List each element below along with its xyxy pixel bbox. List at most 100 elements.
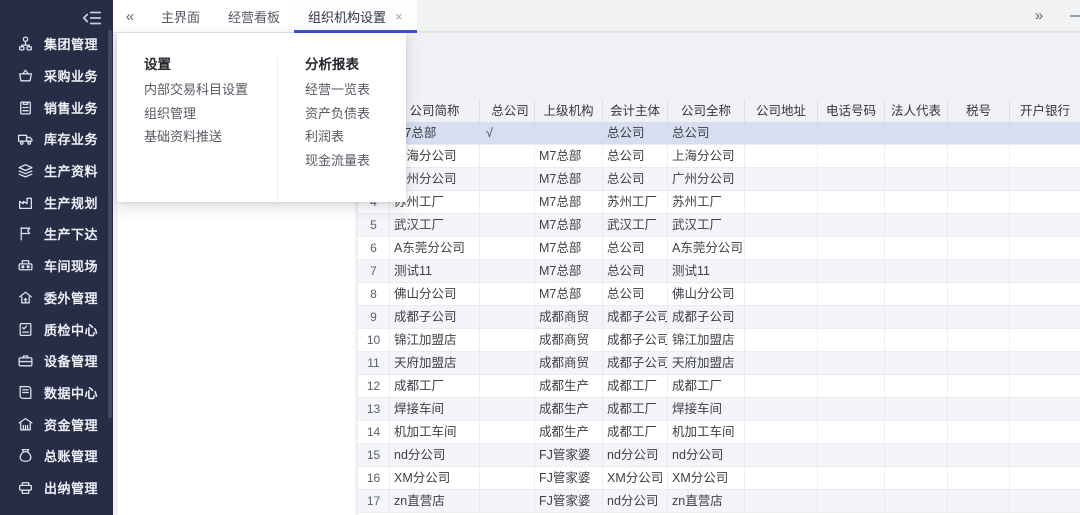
more-icon[interactable] <box>1070 14 1080 17</box>
sidebar-item-production-planning[interactable]: 生产规划 <box>0 186 113 218</box>
menu-item[interactable]: 组织管理 <box>144 102 277 126</box>
table-cell: 成都子公司 <box>603 352 668 374</box>
table-cell <box>948 421 1010 443</box>
table-cell <box>948 352 1010 374</box>
sidebar-item-label: 生产下达 <box>44 227 99 243</box>
table-row[interactable]: 6 A东莞分公司 M7总部 总公司 A东莞分公司 <box>358 237 1080 260</box>
table-cell: 焊接车间 <box>668 398 745 420</box>
table-cell: M7总部 <box>535 145 603 167</box>
sidebar-item-label: 资金管理 <box>44 417 99 433</box>
sidebar-item-production-materials[interactable]: 生产资料 <box>0 155 113 187</box>
table-row[interactable]: 10 锦江加盟店 成都商贸 成都子公司 锦江加盟店 <box>358 329 1080 352</box>
table-cell: 锦江加盟店 <box>390 329 480 351</box>
table-row[interactable]: 8 佛山分公司 M7总部 总公司 佛山分公司 <box>358 283 1080 306</box>
table-cell <box>1010 168 1080 190</box>
menu-item[interactable]: 内部交易科目设置 <box>144 78 277 102</box>
sidebar-item-production-dispatch[interactable]: 生产下达 <box>0 218 113 250</box>
table-cell: 锦江加盟店 <box>668 329 745 351</box>
table-cell <box>948 329 1010 351</box>
menu-item[interactable]: 经营一览表 <box>305 78 406 102</box>
tab-close-icon[interactable]: × <box>395 10 403 23</box>
table-cell <box>1010 467 1080 489</box>
table-row[interactable]: 7 测试11 M7总部 总公司 测试11 <box>358 260 1080 283</box>
table-cell: XM分公司 <box>668 467 745 489</box>
tab-bar: « 主界面 × 经营看板 × 组织机构设置 × » <box>113 0 1080 33</box>
table-cell <box>745 283 818 305</box>
table-row[interactable]: 14 机加工车间 成都生产 成都工厂 机加工车间 <box>358 421 1080 444</box>
table-cell: 苏州工厂 <box>668 191 745 213</box>
table-cell <box>480 467 535 489</box>
table-cell: zn直营店 <box>668 490 745 512</box>
sidebar-item-label: 生产规划 <box>44 195 99 211</box>
menu-item[interactable]: 现金流量表 <box>305 149 406 173</box>
table-row[interactable]: 3 广州分公司 M7总部 总公司 广州分公司 <box>358 168 1080 191</box>
tabs-back-icon[interactable]: « <box>113 0 147 32</box>
tab-org-settings[interactable]: 组织机构设置 × <box>294 0 417 33</box>
sidebar-item-funds[interactable]: 资金管理 <box>0 408 113 440</box>
sidebar-item-data-center[interactable]: 数据中心 <box>0 377 113 409</box>
table-cell <box>885 191 948 213</box>
menu-item[interactable]: 资产负债表 <box>305 102 406 126</box>
table-row[interactable]: 12 成都工厂 成都生产 成都工厂 成都工厂 <box>358 375 1080 398</box>
menu-item[interactable]: 基础资料推送 <box>144 125 277 149</box>
sidebar-item-general-ledger[interactable]: 总账管理 <box>0 440 113 472</box>
sidebar-item-group-management[interactable]: 集团管理 <box>0 28 113 60</box>
layers-icon <box>17 162 34 179</box>
sidebar-scrollbar[interactable] <box>108 30 112 418</box>
sidebar-item-inventory[interactable]: 库存业务 <box>0 123 113 155</box>
bank-icon <box>17 416 34 433</box>
table-cell <box>1010 283 1080 305</box>
row-number: 8 <box>358 283 390 305</box>
table-cell <box>818 329 885 351</box>
table-row[interactable]: 13 焊接车间 成都生产 成都工厂 焊接车间 <box>358 398 1080 421</box>
clipboard-icon <box>17 99 34 116</box>
table-cell <box>1010 329 1080 351</box>
table-cell <box>1010 421 1080 443</box>
table-row[interactable]: 9 成都子公司 成都商贸 成都子公司 成都子公司 <box>358 306 1080 329</box>
table-cell: 成都生产 <box>535 375 603 397</box>
table-cell <box>745 237 818 259</box>
menu-item[interactable]: 利润表 <box>305 125 406 149</box>
table-cell <box>745 329 818 351</box>
table-row[interactable]: 15 nd分公司 FJ管家婆 nd分公司 nd分公司 <box>358 444 1080 467</box>
sidebar-item-label: 库存业务 <box>44 132 99 148</box>
sidebar-item-workshop-floor[interactable]: 车间现场 <box>0 250 113 282</box>
table-row[interactable]: 5 武汉工厂 M7总部 武汉工厂 武汉工厂 <box>358 214 1080 237</box>
tab-label: 主界面 <box>161 9 201 25</box>
sidebar-item-sales[interactable]: 销售业务 <box>0 91 113 123</box>
table-cell <box>948 375 1010 397</box>
tab-main-screen[interactable]: 主界面 × <box>147 0 214 32</box>
table-cell <box>745 444 818 466</box>
table-row[interactable]: 16 XM分公司 FJ管家婆 XM分公司 XM分公司 <box>358 467 1080 490</box>
flag-icon <box>17 225 34 242</box>
table-row[interactable]: 4 苏州工厂 M7总部 苏州工厂 苏州工厂 <box>358 191 1080 214</box>
sidebar-item-outsourcing[interactable]: 委外管理 <box>0 282 113 314</box>
row-number: 13 <box>358 398 390 420</box>
table-row[interactable]: 2 上海分公司 M7总部 总公司 上海分公司 <box>358 145 1080 168</box>
tabs-forward-icon[interactable]: » <box>1022 7 1056 24</box>
table-row[interactable]: 1 M7总部 √ 总公司 总公司 <box>358 122 1080 145</box>
printer-icon <box>17 479 34 496</box>
sidebar-item-equipment[interactable]: 设备管理 <box>0 345 113 377</box>
table-cell <box>948 490 1010 512</box>
sidebar-item-label: 总账管理 <box>44 449 99 465</box>
sidebar-item-quality-center[interactable]: 质检中心 <box>0 313 113 345</box>
table-row[interactable]: 11 天府加盟店 成都商贸 成都子公司 天府加盟店 <box>358 352 1080 375</box>
factory-icon <box>17 194 34 211</box>
column-header: 总公司 <box>480 100 535 122</box>
table-row[interactable]: 17 zn直营店 FJ管家婆 nd分公司 zn直营店 <box>358 490 1080 513</box>
sidebar-item-procurement[interactable]: 采购业务 <box>0 60 113 92</box>
table-cell <box>1010 444 1080 466</box>
table-cell: nd分公司 <box>603 490 668 512</box>
table-cell: 成都生产 <box>535 398 603 420</box>
table-cell <box>818 375 885 397</box>
sidebar-nav: 集团管理 采购业务 销售业务 库存业务 生产资料 生产规划 生产下达 车间现场 … <box>0 28 113 503</box>
tab-dashboard[interactable]: 经营看板 × <box>214 0 294 32</box>
table-cell: nd分公司 <box>668 444 745 466</box>
table-cell <box>745 421 818 443</box>
table-cell <box>885 122 948 144</box>
table-cell <box>745 260 818 282</box>
sidebar-item-cashier[interactable]: 出纳管理 <box>0 472 113 504</box>
row-number: 10 <box>358 329 390 351</box>
collapse-menu-icon[interactable] <box>81 7 103 29</box>
